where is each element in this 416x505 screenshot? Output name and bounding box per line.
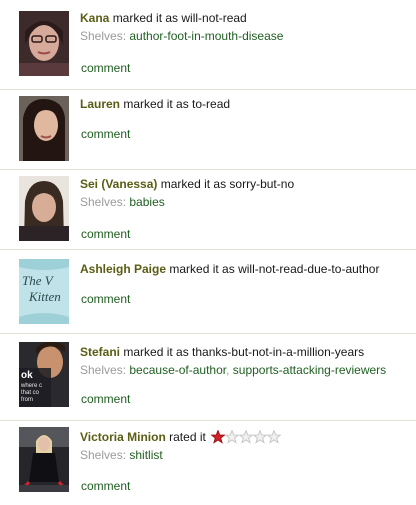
activity-line: Stefani marked it as thanks-but-not-in-a… <box>80 343 416 361</box>
avatar-text: ok <box>21 370 33 381</box>
comment-link[interactable]: comment <box>81 225 130 243</box>
feed-entry: Lauren marked it as to-read comment <box>0 89 416 169</box>
activity-feed: Kana marked it as will-not-read Shelves:… <box>0 0 416 505</box>
user-link[interactable]: Stefani <box>80 345 120 359</box>
comment-link[interactable]: comment <box>81 290 130 308</box>
shelves-label: Shelves: <box>80 29 127 43</box>
avatar-image <box>19 427 69 492</box>
shelf-separator: , <box>226 363 233 377</box>
avatar-image <box>19 96 69 161</box>
feed-entry: ok where c that co from Stefani marked i… <box>0 333 416 420</box>
user-avatar[interactable] <box>19 427 69 492</box>
user-avatar[interactable] <box>19 176 69 241</box>
user-link[interactable]: Ashleigh Paige <box>80 262 166 276</box>
avatar-image: The V Kitten <box>19 259 69 324</box>
feed-entry: The V Kitten Ashleigh Paige marked it as… <box>0 249 416 333</box>
user-link[interactable]: Victoria Minion <box>80 430 166 444</box>
comment-link[interactable]: comment <box>81 477 130 495</box>
feed-entry: Sei (Vanessa) marked it as sorry-but-no … <box>0 169 416 249</box>
shelves-line: Shelves: shitlist <box>80 446 416 464</box>
activity-line: Victoria Minion rated it <box>80 428 416 446</box>
feed-entry: Victoria Minion rated it Shelves: shitli… <box>0 420 416 505</box>
shelf-link[interactable]: author-foot-in-mouth-disease <box>129 29 283 43</box>
avatar-text: where c <box>20 383 42 389</box>
activity-text: marked it as to-read <box>123 97 231 111</box>
shelf-link[interactable]: supports-attacking-reviewers <box>233 363 386 377</box>
avatar-image <box>19 11 69 76</box>
activity-text: marked it as sorry-but-no <box>160 177 295 191</box>
user-avatar[interactable]: ok where c that co from <box>19 342 69 407</box>
comment-link[interactable]: comment <box>81 390 130 408</box>
activity-text: marked it as will-not-read-due-to-author <box>169 262 380 276</box>
user-avatar[interactable] <box>19 11 69 76</box>
avatar-text: Kitten <box>28 289 61 304</box>
activity-text: marked it as will-not-read <box>112 11 247 25</box>
feed-entry: Kana marked it as will-not-read Shelves:… <box>0 0 416 89</box>
user-link[interactable]: Kana <box>80 11 109 25</box>
activity-line: Sei (Vanessa) marked it as sorry-but-no <box>80 175 416 193</box>
avatar-text: that co <box>21 390 40 396</box>
avatar-text: The V <box>22 273 55 288</box>
avatar-text: from <box>21 397 33 403</box>
shelf-link[interactable]: shitlist <box>129 448 162 462</box>
user-link[interactable]: Lauren <box>80 97 120 111</box>
user-avatar[interactable] <box>19 96 69 161</box>
activity-line: Ashleigh Paige marked it as will-not-rea… <box>80 260 416 278</box>
star-empty-icon[interactable] <box>239 430 254 444</box>
shelves-label: Shelves: <box>80 363 127 377</box>
star-rating <box>211 430 282 448</box>
activity-text: marked it as thanks-but-not-in-a-million… <box>123 345 365 359</box>
shelf-link[interactable]: babies <box>129 195 164 209</box>
user-link[interactable]: Sei (Vanessa) <box>80 177 157 191</box>
shelf-link[interactable]: because-of-author <box>129 363 226 377</box>
comment-link[interactable]: comment <box>81 59 130 77</box>
star-empty-icon[interactable] <box>225 430 240 444</box>
comment-link[interactable]: comment <box>81 125 130 143</box>
activity-line: Kana marked it as will-not-read <box>80 9 416 27</box>
shelves-label: Shelves: <box>80 448 127 462</box>
shelves-line: Shelves: because-of-author, supports-att… <box>80 361 416 379</box>
avatar-image: ok where c that co from <box>19 342 69 407</box>
star-filled-icon[interactable] <box>211 430 226 444</box>
user-avatar[interactable]: The V Kitten <box>19 259 69 324</box>
star-empty-icon[interactable] <box>253 430 268 444</box>
star-empty-icon[interactable] <box>267 430 282 444</box>
shelves-line: Shelves: babies <box>80 193 416 211</box>
shelves-label: Shelves: <box>80 195 127 209</box>
activity-line: Lauren marked it as to-read <box>80 95 416 113</box>
avatar-image <box>19 176 69 241</box>
shelves-line: Shelves: author-foot-in-mouth-disease <box>80 27 416 45</box>
activity-text: rated it <box>169 430 206 444</box>
